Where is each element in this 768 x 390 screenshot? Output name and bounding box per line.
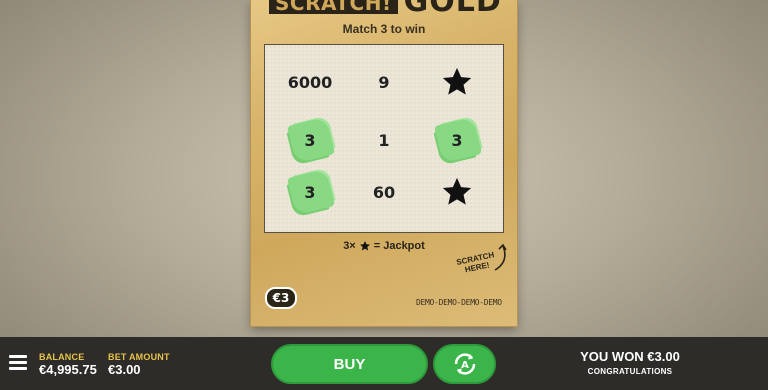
winning-symbol-cell: 3	[422, 115, 492, 165]
jackpot-suffix: = Jackpot	[373, 240, 425, 252]
demo-watermark: DEMO-DEMO-DEMO-DEMO	[416, 298, 502, 307]
bet-amount-display[interactable]: BET AMOUNT €3.00	[108, 352, 170, 377]
symbol-value: 9	[378, 72, 390, 92]
star-icon	[442, 67, 472, 95]
symbol-cell: 9	[349, 57, 419, 107]
scratch-area[interactable]: 6000 9 3 1 3 3 60	[264, 44, 504, 233]
congratulations-text: CONGRATULATIONS	[587, 367, 673, 376]
star-icon	[359, 241, 370, 251]
winning-symbol-cell: 3	[275, 115, 345, 165]
symbol-cell: 6000	[275, 57, 345, 107]
jackpot-rule: 3× = Jackpot	[251, 240, 517, 252]
buy-button[interactable]: BUY	[271, 344, 428, 384]
symbol-cell	[422, 57, 492, 107]
autoplay-icon: A	[454, 353, 475, 375]
logo-gold-text: GOLD	[403, 0, 502, 19]
symbol-value: 6000	[287, 72, 333, 92]
win-amount-text: YOU WON €3.00	[580, 349, 680, 364]
svg-text:A: A	[461, 360, 469, 371]
balance-label: BALANCE	[39, 352, 85, 362]
game-logo: SCRATCH! GOLD	[269, 0, 502, 19]
symbol-value: 1	[378, 130, 390, 150]
hamburger-menu-icon[interactable]	[9, 355, 27, 370]
symbol-cell	[422, 167, 492, 217]
win-message: YOU WON €3.00 CONGRATULATIONS	[560, 349, 700, 376]
symbol-value: 3	[304, 182, 316, 202]
scratch-ticket: SCRATCH! GOLD Match 3 to win 6000 9 3 1 3 3 60…	[251, 0, 517, 326]
balance-value: €4,995.75	[39, 362, 97, 377]
symbol-cell: 60	[349, 167, 419, 217]
ticket-price-badge: €3	[265, 287, 297, 309]
bottom-bar: BALANCE €4,995.75 BET AMOUNT €3.00 BUY A…	[0, 337, 768, 390]
bet-amount-value: €3.00	[108, 362, 141, 377]
jackpot-prefix: 3×	[343, 240, 356, 252]
autoplay-button[interactable]: A	[433, 344, 496, 384]
symbol-value: 3	[304, 130, 316, 150]
symbol-value: 60	[372, 182, 396, 202]
curved-arrow-icon	[494, 243, 507, 271]
bet-amount-label: BET AMOUNT	[108, 352, 170, 362]
balance-display: BALANCE €4,995.75	[39, 352, 97, 377]
star-icon	[442, 177, 472, 205]
logo-scratch-text: SCRATCH!	[269, 0, 398, 14]
match-instruction: Match 3 to win	[342, 22, 426, 36]
symbol-value: 3	[451, 130, 463, 150]
winning-symbol-cell: 3	[275, 167, 345, 217]
symbol-cell: 1	[349, 115, 419, 165]
